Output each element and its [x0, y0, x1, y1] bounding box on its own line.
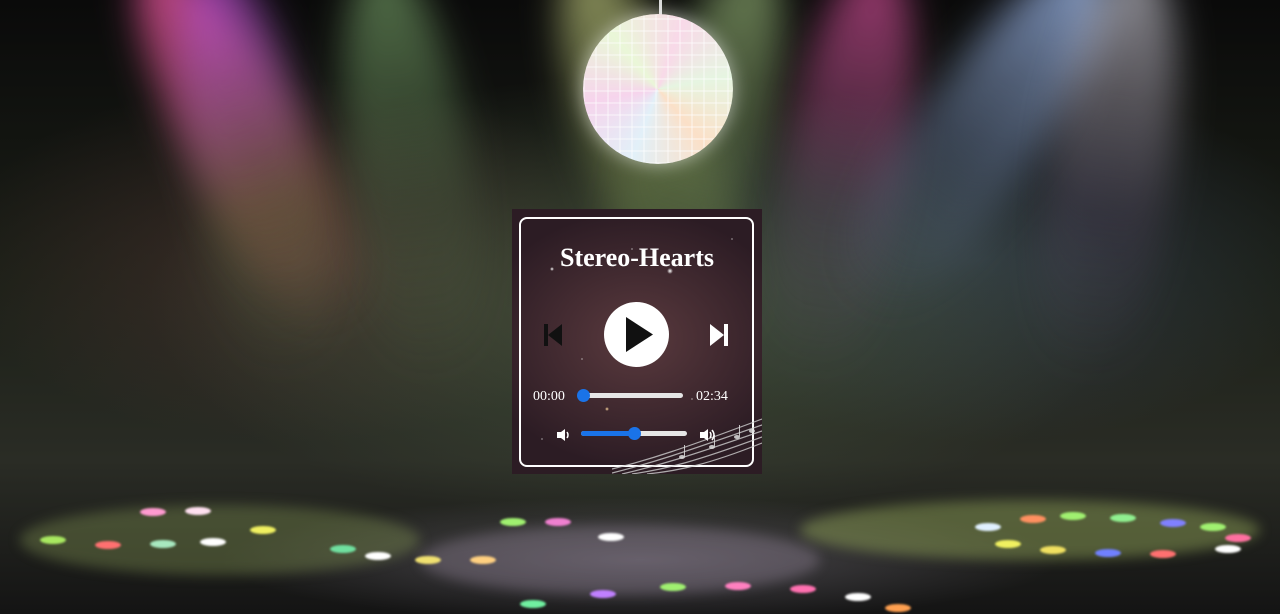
floor-light-dot: [660, 583, 686, 591]
floor-light-dot: [885, 604, 911, 612]
music-notes-decoration: [612, 418, 762, 474]
floor-light-dot: [1200, 523, 1226, 531]
floor-light-dot: [1095, 549, 1121, 557]
floor-light-dot: [470, 556, 496, 564]
floor-light-dot: [1060, 512, 1086, 520]
volume-thumb[interactable]: [628, 427, 641, 440]
floor-light-dot: [185, 507, 211, 515]
floor-light-dot: [1110, 514, 1136, 522]
floor-light-dot: [415, 556, 441, 564]
floor-light-dot: [1040, 546, 1066, 554]
floor-light-dot: [500, 518, 526, 526]
floor-light-dot: [1020, 515, 1046, 523]
floor-light-dot: [975, 523, 1001, 531]
floor-light-dot: [1150, 550, 1176, 558]
play-icon: [626, 317, 653, 352]
floor-light-dot: [95, 541, 121, 549]
progress-slider[interactable]: [577, 389, 683, 402]
floor-light-dot: [790, 585, 816, 593]
volume-fill: [581, 431, 634, 436]
floor-light-dot: [365, 552, 391, 560]
progress-thumb[interactable]: [577, 389, 590, 402]
floor-light-dot: [845, 593, 871, 601]
volume-low-icon[interactable]: [555, 427, 573, 443]
floor-light-dot: [250, 526, 276, 534]
floor-light-dot: [200, 538, 226, 546]
floor-light-pool: [800, 500, 1260, 560]
disco-stage-background: Stereo-Hearts 00:00 02:34: [0, 0, 1280, 614]
volume-high-icon[interactable]: [699, 427, 717, 443]
floor-light-dot: [545, 518, 571, 526]
skip-next-icon[interactable]: [708, 322, 730, 348]
floor-light-dot: [725, 582, 751, 590]
floor-light-dot: [40, 536, 66, 544]
play-button[interactable]: [604, 302, 669, 367]
duration-time: 02:34: [696, 389, 728, 404]
volume-slider[interactable]: [581, 427, 687, 440]
floor-light-dot: [140, 508, 166, 516]
floor-light-dot: [330, 545, 356, 553]
floor-light-dot: [590, 590, 616, 598]
song-title: Stereo-Hearts: [559, 243, 714, 272]
current-time: 00:00: [533, 389, 565, 404]
floor-light-dot: [995, 540, 1021, 548]
floor-light-dot: [520, 600, 546, 608]
floor-light-dot: [1160, 519, 1186, 527]
floor-light-dot: [598, 533, 624, 541]
music-player-card: Stereo-Hearts 00:00 02:34: [512, 209, 762, 474]
disco-ball: [583, 14, 733, 164]
floor-light-dot: [1225, 534, 1251, 542]
skip-previous-icon[interactable]: [542, 322, 564, 348]
floor-light-dot: [150, 540, 176, 548]
floor-light-dot: [1215, 545, 1241, 553]
